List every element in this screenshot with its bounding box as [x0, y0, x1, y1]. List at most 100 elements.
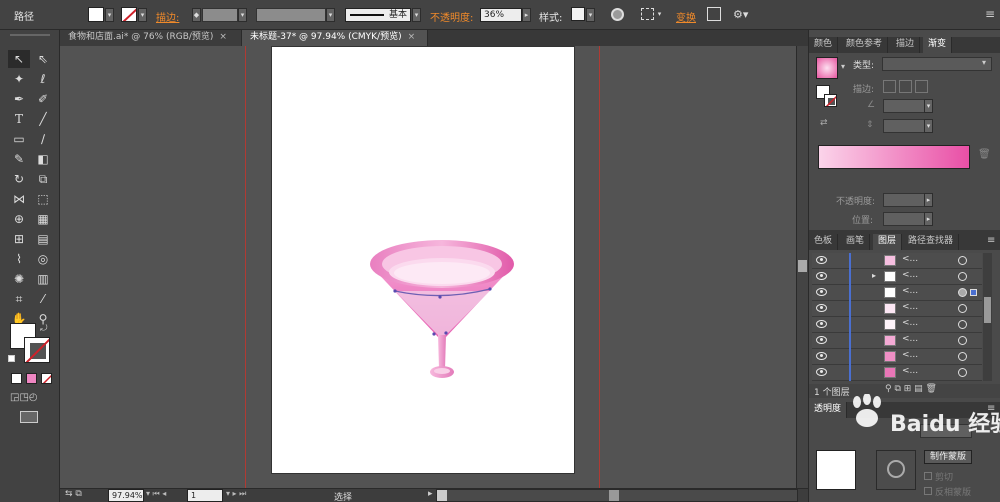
rectangle-tool-icon[interactable]: ▭: [8, 130, 30, 148]
gradient-mode-icon[interactable]: [26, 373, 37, 384]
layer-row[interactable]: <...: [812, 253, 982, 269]
target-circle-icon[interactable]: [958, 320, 967, 329]
target-circle-icon[interactable]: [958, 256, 967, 265]
make-mask-button[interactable]: 制作蒙版: [924, 450, 972, 464]
stop-position-input[interactable]: [883, 212, 925, 226]
magic-wand-tool-icon[interactable]: ✦: [8, 70, 30, 88]
tab-layers[interactable]: 图层: [873, 234, 903, 250]
tab-swatches[interactable]: 色板: [809, 234, 839, 250]
opacity-arrow[interactable]: ▸: [522, 8, 531, 22]
color-mode-icon[interactable]: [11, 373, 22, 384]
rotate-tool-icon[interactable]: ↻: [8, 170, 30, 188]
aspect-ratio-arrow[interactable]: ▾: [924, 119, 933, 133]
eyedropper-tool-icon[interactable]: ⌇: [8, 250, 30, 268]
tab-color-guide[interactable]: 颜色参考: [841, 37, 889, 53]
target-circle-icon[interactable]: [958, 352, 967, 361]
canvas-vertical-scrollbar[interactable]: [796, 46, 808, 488]
target-circle-icon[interactable]: [958, 368, 967, 377]
zoom-dropdown-arrow[interactable]: ▾ ⏮ ◂: [146, 489, 166, 499]
target-circle-icon[interactable]: [958, 272, 967, 281]
mesh-tool-icon[interactable]: ⊞: [8, 230, 30, 248]
aspect-ratio-input[interactable]: [883, 119, 925, 133]
layers-scroll-thumb[interactable]: [984, 297, 991, 323]
visibility-eye-icon[interactable]: [816, 320, 827, 328]
stroke-weight-stepper[interactable]: ◆: [192, 8, 201, 22]
zoom-input[interactable]: 97.94%: [108, 489, 144, 502]
clip-checkbox[interactable]: [924, 472, 932, 480]
status-menu-arrow[interactable]: ▸: [428, 489, 433, 499]
layers-menu-icon[interactable]: ≡: [987, 235, 995, 246]
toolbox-grip[interactable]: [10, 34, 50, 36]
mask-thumbnail[interactable]: [876, 450, 916, 490]
gradient-preview-swatch[interactable]: [816, 57, 838, 79]
align-arrow[interactable]: ▾: [655, 8, 664, 22]
layers-scrollbar[interactable]: [983, 253, 992, 381]
layer-name[interactable]: <...: [902, 350, 918, 360]
layer-row[interactable]: <...: [812, 365, 982, 381]
reverse-gradient-icon[interactable]: ⇄: [820, 118, 828, 128]
visibility-eye-icon[interactable]: [816, 272, 827, 280]
tab-close-icon[interactable]: ×: [408, 32, 416, 42]
symbol-sprayer-tool-icon[interactable]: ✺: [8, 270, 30, 288]
screen-mode-icon[interactable]: [20, 411, 38, 423]
object-thumbnail[interactable]: [816, 450, 856, 490]
width-tool-icon[interactable]: ⋈: [8, 190, 30, 208]
stroke-weight-arrow[interactable]: ▾: [238, 8, 247, 22]
scale-tool-icon[interactable]: ⧉: [32, 170, 54, 188]
expand-triangle-icon[interactable]: ▸: [872, 271, 876, 280]
layer-name[interactable]: <...: [902, 334, 918, 344]
scroll-left-button[interactable]: [437, 490, 447, 501]
stroke-swatch[interactable]: [121, 7, 137, 22]
brush-definition-dropdown[interactable]: 基本: [345, 8, 411, 22]
direct-selection-tool-icon[interactable]: ⇖: [32, 50, 54, 68]
swap-fill-stroke-icon[interactable]: ⤾: [40, 324, 48, 334]
curvature-tool-icon[interactable]: ✐: [32, 90, 54, 108]
gradient-stroke-icon[interactable]: [824, 94, 837, 107]
pen-tool-icon[interactable]: ✒: [8, 90, 30, 108]
variable-width-profile[interactable]: [256, 8, 326, 22]
visibility-eye-icon[interactable]: [816, 288, 827, 296]
angle-arrow[interactable]: ▾: [924, 99, 933, 113]
shape-builder-tool-icon[interactable]: ⊕: [8, 210, 30, 228]
tab-gradient[interactable]: 渐变: [923, 37, 953, 53]
vertical-scroll-thumb[interactable]: [798, 260, 807, 272]
gradient-preset-arrow[interactable]: ▾: [841, 62, 845, 71]
style-arrow[interactable]: ▾: [586, 8, 595, 22]
layer-row[interactable]: ▸ <...: [812, 269, 982, 285]
recolor-artwork-icon[interactable]: [611, 8, 624, 21]
fill-swatch[interactable]: [88, 7, 104, 22]
tab-pathfinder[interactable]: 路径查找器: [903, 234, 960, 250]
column-graph-tool-icon[interactable]: ▥: [32, 270, 54, 288]
stroke-color-box[interactable]: [24, 337, 50, 363]
slice-tool-icon[interactable]: ⁄: [32, 290, 54, 308]
layer-name[interactable]: <...: [902, 270, 918, 280]
layer-row[interactable]: <...: [812, 301, 982, 317]
artboard-tool-icon[interactable]: ⌗: [8, 290, 30, 308]
tab-color[interactable]: 颜色: [809, 37, 839, 53]
visibility-eye-icon[interactable]: [816, 336, 827, 344]
target-circle-icon[interactable]: [958, 336, 967, 345]
draw-modes-icon[interactable]: ◲◳◴: [10, 392, 38, 403]
canvas-area[interactable]: [60, 46, 796, 488]
transparency-menu-icon[interactable]: ≡: [987, 403, 995, 414]
tab-transparency[interactable]: 透明度: [809, 402, 848, 418]
selection-indicator[interactable]: [970, 289, 977, 296]
artboard[interactable]: [271, 46, 575, 474]
stroke-weight-input[interactable]: [202, 8, 238, 22]
free-transform-tool-icon[interactable]: ⬚: [32, 190, 54, 208]
status-icons[interactable]: ⇆ ⧉: [65, 489, 82, 499]
tab-close-icon[interactable]: ×: [219, 32, 227, 42]
transparency-opacity-input[interactable]: [920, 424, 972, 438]
layer-name[interactable]: <...: [902, 318, 918, 328]
none-mode-icon[interactable]: [41, 373, 52, 384]
layer-name[interactable]: <...: [902, 286, 918, 296]
graphic-style-swatch[interactable]: [571, 7, 585, 21]
lasso-tool-icon[interactable]: ℓ: [32, 70, 54, 88]
eraser-tool-icon[interactable]: ◧: [32, 150, 54, 168]
visibility-eye-icon[interactable]: [816, 368, 827, 376]
artboard-nav-arrows[interactable]: ▾ ▸ ⏭: [226, 489, 246, 499]
blend-tool-icon[interactable]: ◎: [32, 250, 54, 268]
gradient-type-select[interactable]: [882, 57, 992, 71]
opacity-label[interactable]: 不透明度:: [430, 9, 473, 24]
angle-input[interactable]: [883, 99, 925, 113]
